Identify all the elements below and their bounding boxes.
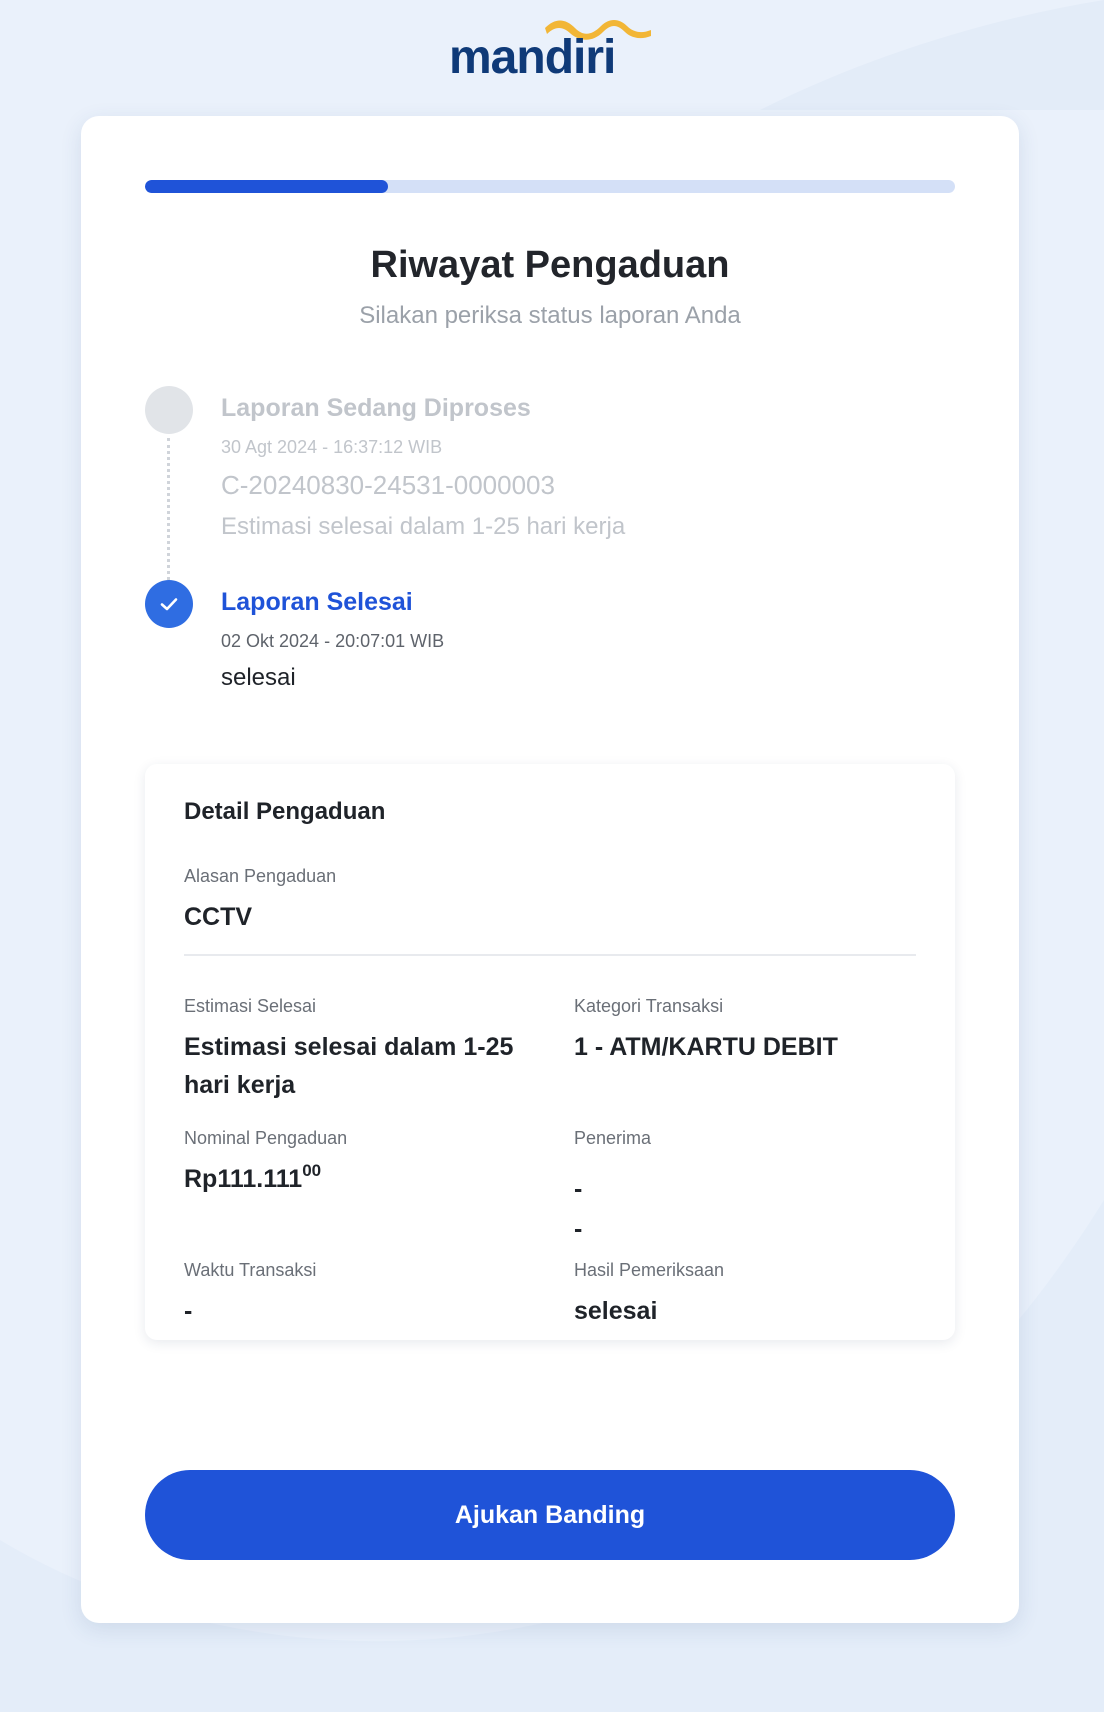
- submit-appeal-button[interactable]: Ajukan Banding: [145, 1470, 955, 1560]
- recipient-value-line2: -: [574, 1215, 583, 1243]
- check-icon: [160, 598, 178, 611]
- mandiri-logo: mandiri: [445, 14, 655, 84]
- recipient-value-line1: -: [574, 1175, 583, 1203]
- complaint-history-card: Riwayat Pengaduan Silakan periksa status…: [81, 116, 1019, 1623]
- amount-label: Nominal Pengaduan: [184, 1128, 348, 1148]
- estimate-value: Estimasi selesai dalam 1-25 hari kerja: [184, 1033, 514, 1099]
- timeline-step-processing: Laporan Sedang Diproses 30 Agt 2024 - 16…: [221, 394, 625, 541]
- timeline-step-note: selesai: [221, 664, 296, 691]
- timeline-step-time: 02 Okt 2024 - 20:07:01 WIB: [221, 631, 445, 651]
- estimate-label: Estimasi Selesai: [184, 996, 317, 1016]
- result-label: Hasil Pemeriksaan: [574, 1260, 725, 1280]
- divider: [184, 954, 916, 956]
- timeline-step-time: 30 Agt 2024 - 16:37:12 WIB: [221, 437, 443, 457]
- page-title: Riwayat Pengaduan: [370, 244, 730, 286]
- recipient-label: Penerima: [574, 1128, 652, 1148]
- transaction-time-label: Waktu Transaksi: [184, 1260, 317, 1280]
- detail-title: Detail Pengaduan: [184, 798, 386, 825]
- transaction-time-value: -: [184, 1297, 193, 1325]
- category-value: 1 - ATM/KARTU DEBIT: [574, 1033, 838, 1061]
- progress-fill: [145, 180, 388, 193]
- result-value: selesai: [574, 1297, 658, 1325]
- timeline-step-note: Estimasi selesai dalam 1-25 hari kerja: [221, 513, 626, 540]
- amount-main: Rp111.111: [184, 1165, 303, 1193]
- timeline-step-completed: Laporan Selesai 02 Okt 2024 - 20:07:01 W…: [221, 588, 444, 692]
- page-subtitle: Silakan periksa status laporan Anda: [359, 302, 741, 329]
- timeline-dot-active: [145, 580, 193, 628]
- timeline-step-title: Laporan Selesai: [221, 588, 413, 616]
- timeline-dot-inactive: [145, 386, 193, 434]
- reason-value: CCTV: [184, 903, 253, 931]
- amount-decimal: 00: [302, 1161, 322, 1180]
- complaint-code: C-20240830-24531-0000003: [221, 470, 555, 500]
- reason-label: Alasan Pengaduan: [184, 866, 337, 886]
- logo-wordmark: mandiri: [449, 31, 616, 84]
- timeline-step-title: Laporan Sedang Diproses: [221, 394, 531, 422]
- timeline-connector: [167, 438, 170, 586]
- progress-bar: [145, 180, 955, 193]
- complaint-detail-card: Detail Pengaduan Alasan Pengaduan CCTV E…: [145, 764, 955, 1340]
- category-label: Kategori Transaksi: [574, 996, 724, 1016]
- amount-value: Rp111.11100: [184, 1160, 321, 1198]
